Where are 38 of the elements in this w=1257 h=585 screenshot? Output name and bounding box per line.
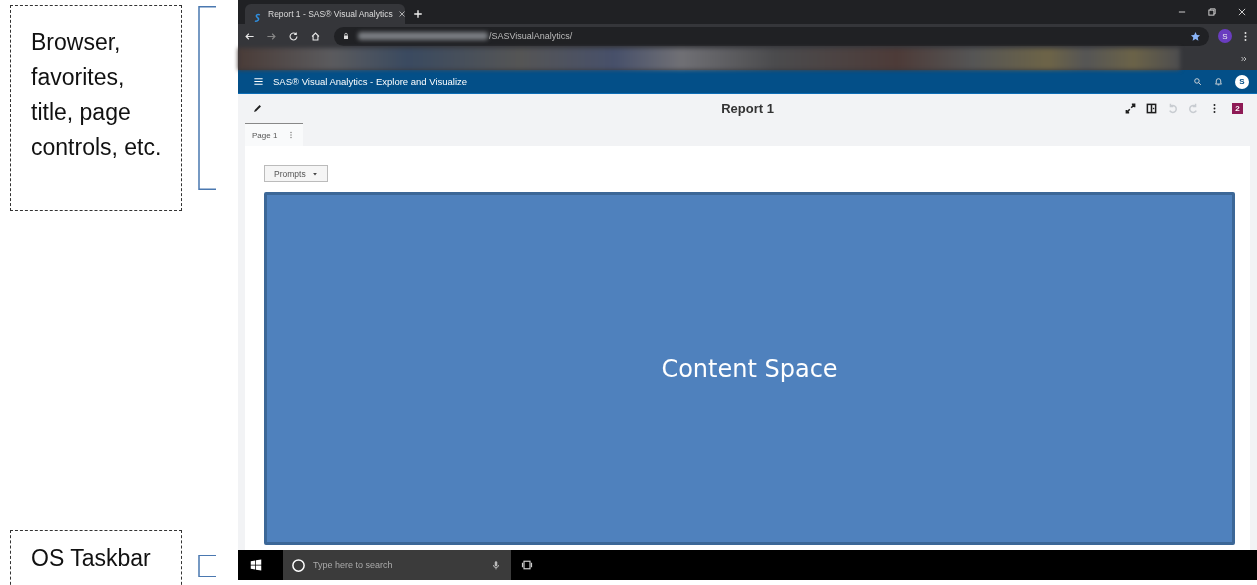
microphone-icon[interactable]: [491, 560, 501, 570]
lock-icon: [342, 32, 350, 40]
windows-icon[interactable]: [250, 559, 262, 571]
forward-icon[interactable]: [266, 30, 277, 42]
user-avatar[interactable]: S: [1235, 74, 1249, 89]
page-tab[interactable]: Page 1: [245, 123, 304, 146]
annotation-text: OS Taskbar: [31, 544, 152, 573]
search-field[interactable]: Type here to search: [283, 550, 511, 580]
count-badge[interactable]: 2: [1232, 102, 1243, 114]
pencil-icon[interactable]: [252, 102, 263, 114]
browser-tab[interactable]: Report 1 - SAS® Visual Analytics: [245, 4, 405, 24]
content-label: Content Space: [661, 354, 838, 383]
chevron-icon[interactable]: [1240, 55, 1248, 63]
tab-title: Report 1 - SAS® Visual Analytics: [268, 9, 393, 19]
bracket-drawing: [198, 555, 216, 577]
task-view-icon[interactable]: [521, 559, 533, 571]
search-placeholder: Type here to search: [313, 560, 393, 570]
new-tab-icon[interactable]: [413, 9, 423, 19]
profile-avatar[interactable]: S: [1218, 29, 1232, 43]
search-icon[interactable]: [1193, 77, 1202, 86]
expand-icon[interactable]: [1125, 102, 1136, 114]
back-icon[interactable]: [244, 30, 255, 42]
bell-icon[interactable]: [1214, 77, 1223, 86]
caret-icon: [311, 170, 318, 177]
panel-icon[interactable]: [1146, 102, 1157, 114]
star-icon[interactable]: [1190, 30, 1201, 42]
report-title: Report 1: [721, 100, 774, 116]
prompts-button[interactable]: Prompts: [264, 165, 328, 182]
reload-icon[interactable]: [288, 30, 299, 42]
address-field[interactable]: /SASVisualAnalytics/: [334, 26, 1209, 46]
app-title: SAS® Visual Analytics - Explore and Visualize: [273, 76, 468, 87]
tab-label: Page 1: [252, 130, 278, 140]
menu-icon[interactable]: [253, 76, 264, 87]
annotation-text: Browser, favorites, title, page controls, etc.: [31, 28, 163, 162]
home-icon[interactable]: [310, 30, 321, 42]
circle-icon: [291, 557, 306, 573]
close-icon[interactable]: [397, 10, 406, 18]
url-text: /SASVisualAnalytics/: [489, 31, 573, 41]
